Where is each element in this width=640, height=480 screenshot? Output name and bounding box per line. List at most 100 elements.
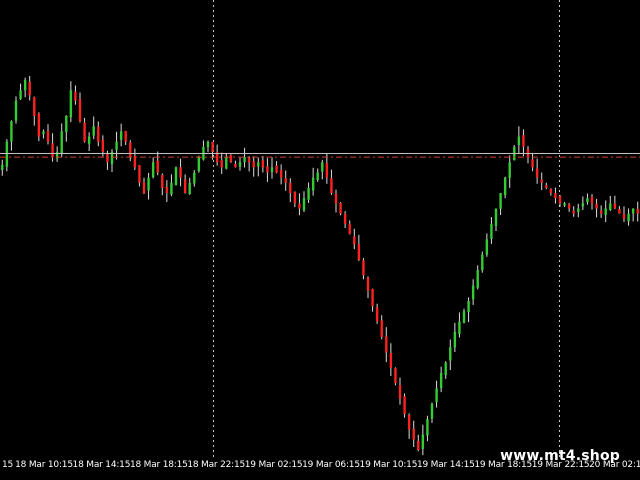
candle-bull [238, 162, 242, 167]
candle-bear [101, 139, 105, 152]
candle-bear [142, 182, 146, 194]
candle-bull [270, 167, 274, 173]
candle-bull [421, 434, 425, 449]
time-tick-label: 19 Mar 02:15 [244, 460, 303, 470]
candle-bear [380, 320, 383, 337]
candle-bull [5, 141, 9, 167]
candle-bear [371, 288, 374, 307]
candle-bull [92, 126, 95, 136]
time-tick-label: 19 Mar 14:15 [416, 460, 475, 470]
candle-bull [577, 208, 580, 212]
candle-bull [458, 321, 461, 334]
candle-bull [42, 131, 45, 135]
candle-bear [334, 193, 338, 204]
candle-bull [193, 172, 196, 184]
candle-bear [366, 277, 370, 291]
candle-bear [339, 202, 342, 214]
candle-bull [65, 115, 68, 133]
candle-bear [133, 156, 137, 168]
candle-bear [549, 188, 553, 194]
candle-bull [563, 203, 566, 206]
candle-bull [147, 177, 150, 191]
candle-bull [439, 372, 443, 389]
candle-bear [37, 113, 41, 137]
candle-bear [362, 260, 365, 276]
candle-bear [298, 203, 301, 209]
candle-bull [170, 182, 173, 195]
candle-bear [375, 307, 379, 322]
candle-bull [316, 172, 319, 181]
candle-bear [33, 97, 36, 116]
candle-bull [462, 311, 466, 323]
candle-bear [293, 191, 297, 204]
candle-bull [69, 90, 73, 118]
candle-bull [581, 203, 585, 207]
watermark-text: www.mt4.shop [500, 448, 620, 464]
candle-bull [467, 300, 470, 313]
candle-bull [490, 223, 493, 239]
candle-bull [494, 208, 498, 226]
candle-bear [398, 385, 402, 399]
candle-bear [545, 185, 548, 188]
candle-bull [485, 239, 489, 255]
price-chart[interactable] [0, 0, 640, 480]
candle-bear [97, 126, 100, 142]
candle-bull [453, 331, 457, 348]
candle-bull [444, 362, 447, 376]
candle-bull [243, 157, 246, 163]
chart-window[interactable]: 15 18 Mar 10:15 18 Mar 14:15 18 Mar 18:15 18… [0, 0, 640, 480]
candle-bear [284, 178, 287, 183]
candle-bear [179, 167, 182, 178]
candle-bull [188, 182, 191, 195]
candle-bull [586, 198, 589, 203]
candle-bear [51, 143, 54, 158]
candle-bull [257, 162, 260, 167]
candle-bear [124, 131, 127, 142]
candle-bull [10, 121, 13, 142]
candle-bear [252, 161, 255, 168]
candle-bull [321, 162, 324, 172]
candle-bear [46, 131, 50, 142]
candle-bear [165, 186, 169, 194]
candle-bull [174, 167, 178, 186]
candle-bear [417, 440, 420, 450]
candle-bull [311, 177, 315, 191]
candle-bear [590, 196, 594, 204]
candle-bear [229, 155, 233, 163]
candle-bear [275, 165, 278, 173]
candle-bear [348, 223, 351, 235]
candle-bull [449, 347, 452, 361]
candle-bear [106, 153, 109, 163]
candle-bull [1, 164, 4, 170]
candle-bear [78, 99, 82, 122]
candle-bull [627, 213, 630, 222]
candle-bear [74, 91, 77, 101]
candle-bull [23, 80, 27, 91]
candle-bull [435, 388, 438, 403]
time-tick-label: 18 Mar 10:15 [15, 460, 73, 470]
candle-bear [572, 210, 575, 214]
candle-bear [412, 428, 415, 440]
candle-bear [28, 81, 31, 96]
candle-bear [183, 179, 187, 194]
candle-bull [225, 157, 228, 169]
time-tick-label: 18 Mar 22:15 [187, 460, 246, 470]
candle-bear [394, 368, 397, 384]
candle-bear [554, 193, 557, 199]
candle-bull [19, 90, 22, 100]
candle-bull [508, 162, 511, 178]
time-tick-label: 18 Mar 18:15 [129, 460, 188, 470]
candle-bull [604, 208, 607, 216]
candle-bear [129, 142, 132, 158]
time-tick-label: 19 Mar 06:15 [302, 460, 360, 470]
candle-bear [138, 165, 141, 183]
candle-bull [430, 403, 434, 419]
candle-bear [618, 208, 621, 214]
candle-bear [266, 166, 269, 173]
candle-bull [426, 419, 429, 436]
candle-bear [522, 135, 525, 147]
candle-bull [476, 270, 479, 288]
candle-bull [631, 208, 635, 214]
candle-bear [599, 210, 603, 214]
candle-bear [156, 160, 159, 173]
